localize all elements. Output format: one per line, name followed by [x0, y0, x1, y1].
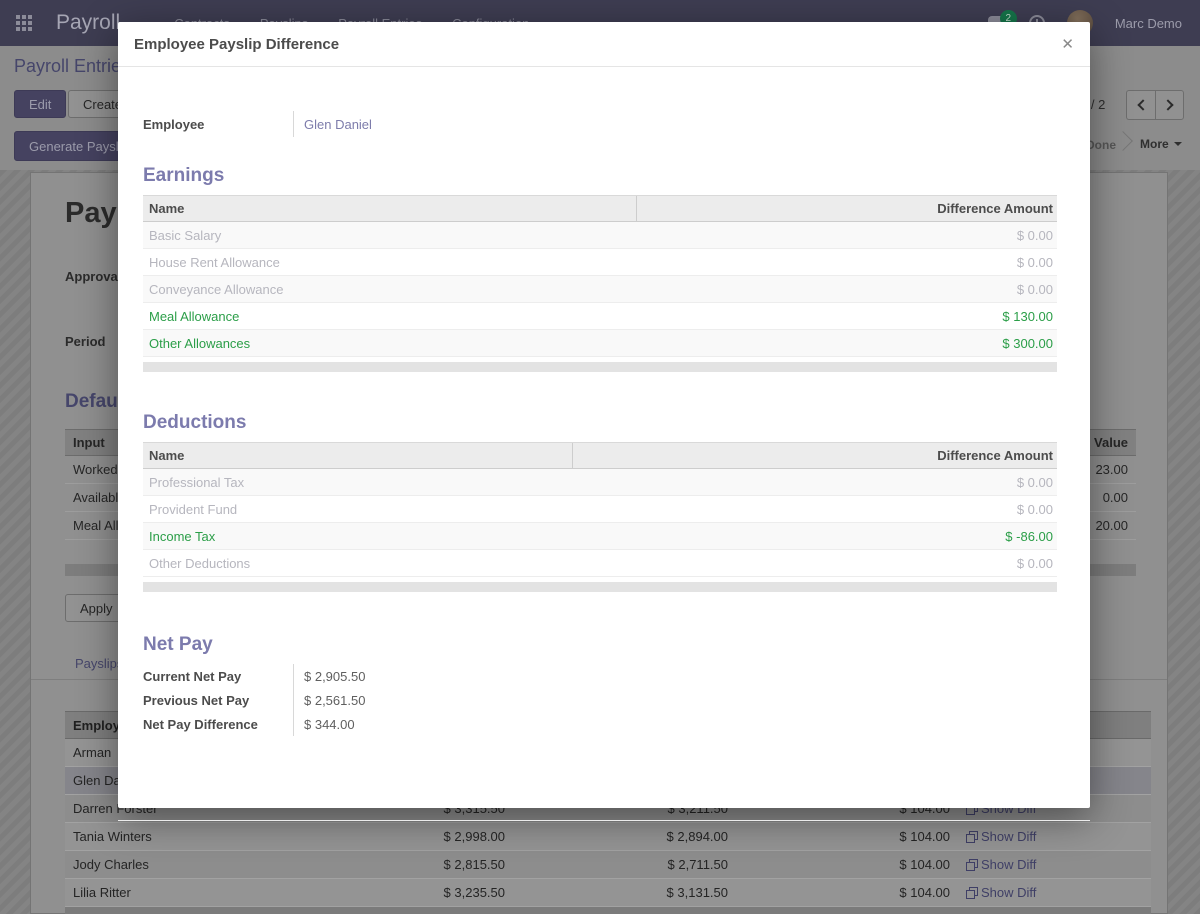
difference-amount-column-header: Difference Amount	[573, 448, 1057, 463]
deductions-row: Provident Fund $ 0.00	[143, 496, 1057, 523]
current-net-pay-label: Current Net Pay	[143, 664, 293, 688]
show-diff-link[interactable]: Show Diff	[956, 857, 1151, 872]
deductions-table-header: Name Difference Amount	[143, 442, 1057, 469]
earnings-heading: Earnings	[143, 165, 1057, 187]
caret-down-icon	[1174, 142, 1182, 146]
chevron-left-icon	[1137, 99, 1148, 110]
employee-payslip-difference-dialog: Employee Payslip Difference ✕ Employee G…	[118, 22, 1090, 808]
chevron-right-icon	[1162, 99, 1173, 110]
close-icon[interactable]: ✕	[1061, 37, 1074, 52]
employee-field-value[interactable]: Glen Daniel	[293, 111, 372, 137]
record-title: Pay	[65, 197, 117, 230]
deductions-table: Name Difference Amount Professional Tax …	[143, 442, 1057, 592]
tab-payslips[interactable]: Payslips	[75, 656, 123, 671]
breadcrumb[interactable]: Payroll Entries	[14, 56, 130, 77]
earnings-row: House Rent Allowance $ 0.00	[143, 249, 1057, 276]
current-net-pay-value: $ 2,905.50	[293, 664, 365, 688]
deductions-row: Other Deductions $ 0.00	[143, 550, 1057, 577]
difference-amount-column-header: Difference Amount	[637, 201, 1057, 216]
previous-net-pay-value: $ 2,561.50	[293, 688, 365, 712]
deductions-heading: Deductions	[143, 412, 1057, 434]
dialog-title: Employee Payslip Difference	[134, 36, 339, 53]
employee-field-label: Employee	[143, 111, 293, 137]
dialog-footer-divider	[118, 820, 1090, 821]
previous-net-pay-label: Previous Net Pay	[143, 688, 293, 712]
earnings-row: Other Allowances $ 300.00	[143, 330, 1057, 357]
deductions-row: Professional Tax $ 0.00	[143, 469, 1057, 496]
deductions-table-footer	[143, 582, 1057, 592]
period-field-label: Period	[65, 334, 105, 349]
more-label: More	[1140, 137, 1169, 151]
stage-done[interactable]: Done	[1086, 138, 1116, 152]
dialog-body: Employee Glen Daniel Earnings Name Diffe…	[118, 111, 1090, 852]
deductions-row: Income Tax $ -86.00	[143, 523, 1057, 550]
page: Payroll Contracts Payslips Payroll Entri…	[0, 0, 1200, 914]
stage-arrow-separator	[1113, 131, 1133, 151]
employee-name: Jody Charles	[65, 857, 288, 872]
earnings-row: Conveyance Allowance $ 0.00	[143, 276, 1057, 303]
earnings-row: Basic Salary $ 0.00	[143, 222, 1057, 249]
pager-previous-button[interactable]	[1126, 90, 1155, 120]
dialog-header: Employee Payslip Difference ✕	[118, 22, 1090, 67]
apps-grid-icon[interactable]	[16, 15, 32, 31]
earnings-table: Name Difference Amount Basic Salary $ 0.…	[143, 195, 1057, 372]
user-name[interactable]: Marc Demo	[1115, 16, 1182, 31]
table-row[interactable]: Jody Charles $ 2,815.50 $ 2,711.50 $ 104…	[65, 851, 1151, 879]
net-pay-difference-value: $ 344.00	[293, 712, 355, 736]
net-pay-row: Previous Net Pay $ 2,561.50	[143, 688, 1057, 712]
employee-name: Lilia Ritter	[65, 885, 288, 900]
net-pay-heading: Net Pay	[143, 634, 1057, 656]
net-pay-row: Current Net Pay $ 2,905.50	[143, 664, 1057, 688]
net-pay-section: Current Net Pay $ 2,905.50 Previous Net …	[143, 664, 1057, 736]
net-pay-row: Net Pay Difference $ 344.00	[143, 712, 1057, 736]
earnings-table-header: Name Difference Amount	[143, 195, 1057, 222]
more-button[interactable]: More	[1140, 137, 1182, 151]
app-name[interactable]: Payroll	[56, 11, 120, 35]
net-pay-difference-label: Net Pay Difference	[143, 712, 293, 736]
pager-next-button[interactable]	[1155, 90, 1184, 120]
show-diff-link[interactable]: Show Diff	[956, 885, 1151, 900]
copy-diff-icon	[966, 887, 978, 899]
name-column-header: Name	[143, 443, 573, 468]
approval-field-label: Approval	[65, 269, 121, 284]
earnings-table-footer	[143, 362, 1057, 372]
table-row[interactable]: Lilia Ritter $ 3,235.50 $ 3,131.50 $ 104…	[65, 879, 1151, 907]
edit-button[interactable]: Edit	[14, 90, 66, 118]
employee-field: Employee Glen Daniel	[143, 111, 1057, 137]
name-column-header: Name	[143, 196, 637, 221]
pager	[1126, 90, 1184, 120]
copy-diff-icon	[966, 859, 978, 871]
employee-table-footer	[65, 907, 1151, 914]
earnings-row: Meal Allowance $ 130.00	[143, 303, 1057, 330]
